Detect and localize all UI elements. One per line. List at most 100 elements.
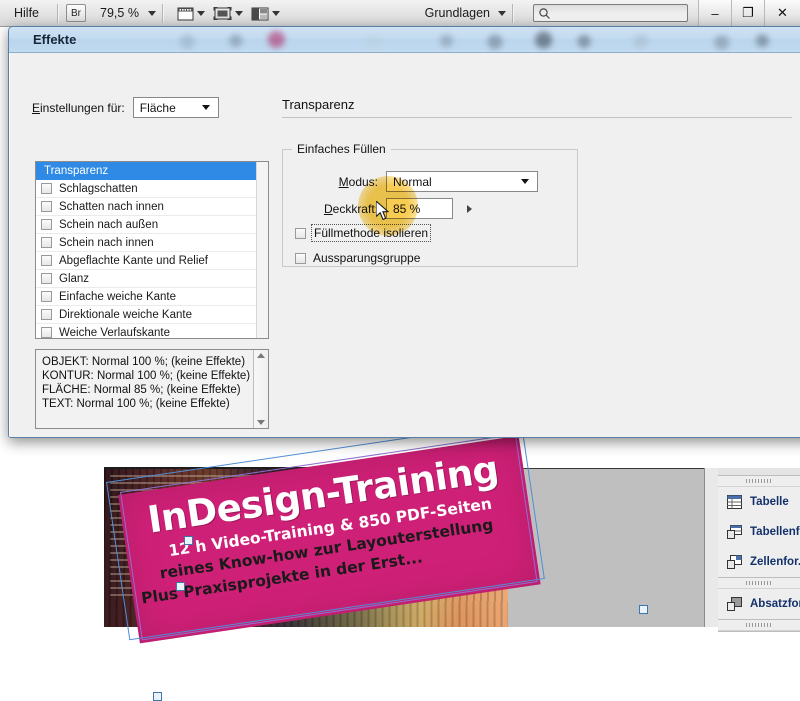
modus-row: Modus: Normal <box>308 171 538 192</box>
checkbox[interactable] <box>295 252 306 264</box>
list-item-weiche-verlaufskante[interactable]: Weiche Verlaufskante <box>36 324 268 339</box>
dialog-title-bar[interactable]: Effekte <box>9 27 800 53</box>
list-item-label: Transparenz <box>44 165 109 177</box>
modus-dropdown[interactable]: Normal <box>386 171 538 192</box>
dock-item-tabellenformate[interactable]: Tabellenfo... <box>718 517 800 547</box>
table-styles-icon <box>727 525 742 539</box>
minimize-button[interactable]: – <box>698 0 731 27</box>
checkbox[interactable] <box>41 291 52 302</box>
scroll-down-icon[interactable] <box>257 420 265 425</box>
list-item-label: Schein nach außen <box>59 218 159 231</box>
menu-hilfe[interactable]: Hilfe <box>0 6 51 20</box>
list-item-transparenz[interactable]: Transparenz <box>36 162 268 180</box>
zoom-level-value: 79,5 % <box>100 6 139 20</box>
list-item-label: Schlagschatten <box>59 182 138 195</box>
settings-for-dropdown[interactable]: Fläche <box>132 97 219 118</box>
list-item-label: Glanz <box>59 272 90 285</box>
application-toolbar: Hilfe Br 79,5 % Grundlagen – ❐ ✕ <box>0 0 800 27</box>
search-input[interactable] <box>533 4 688 22</box>
dock-item-label: Zellenfor... <box>750 556 800 568</box>
settings-for-value: Fläche <box>139 100 176 115</box>
close-button[interactable]: ✕ <box>764 0 800 27</box>
toolbar-separator <box>161 3 163 23</box>
search-icon <box>539 7 550 19</box>
fuellmethode-isolieren-label: Füllmethode isolieren <box>310 224 432 242</box>
screen-mode-button[interactable] <box>177 6 205 21</box>
chevron-down-icon <box>271 10 280 16</box>
dock-grip[interactable] <box>718 578 800 589</box>
dock-group-extra <box>718 620 800 632</box>
panel-dock: Tabelle Tabellenfo... <box>704 468 800 632</box>
selection-handle[interactable] <box>184 536 193 545</box>
list-item-label: Einfache weiche Kante <box>59 290 176 303</box>
list-item-einfache-weiche-kante[interactable]: Einfache weiche Kante <box>36 288 268 306</box>
checkbox[interactable] <box>41 327 52 338</box>
effects-summary-box[interactable]: OBJEKT: Normal 100 %; (keine Effekte) KO… <box>35 349 269 429</box>
zoom-level-control[interactable]: 79,5 % <box>100 6 156 20</box>
effects-list[interactable]: Transparenz Schlagschatten Schatten nach… <box>35 161 269 339</box>
summary-line-kontur: KONTUR: Normal 100 %; (keine Effekte) <box>42 370 251 382</box>
checkbox[interactable] <box>41 273 52 284</box>
list-item-schlagschatten[interactable]: Schlagschatten <box>36 180 268 198</box>
dock-grip[interactable] <box>718 620 800 631</box>
fuellmethode-isolieren-row[interactable]: Füllmethode isolieren <box>295 224 432 242</box>
chevron-down-icon <box>498 10 506 16</box>
dock-group-tables: Tabelle Tabellenfo... <box>718 476 800 578</box>
summary-line-objekt: OBJEKT: Normal 100 %; (keine Effekte) <box>42 356 246 368</box>
dock-item-label: Tabellenfo... <box>750 526 800 538</box>
summary-line-flaeche: FLÄCHE: Normal 85 %; (keine Effekte) <box>42 384 241 396</box>
view-mode-button[interactable] <box>213 6 243 21</box>
list-item-label: Schatten nach innen <box>59 200 164 213</box>
dock-grip[interactable] <box>718 476 800 487</box>
dock-group-paragraph: Absatzfor... <box>718 578 800 620</box>
selection-handle[interactable] <box>176 582 185 591</box>
checkbox[interactable] <box>41 255 52 266</box>
summary-line-text: TEXT: Normal 100 %; (keine Effekte) <box>42 398 230 410</box>
list-item-glanz[interactable]: Glanz <box>36 270 268 288</box>
dock-item-absatzformate[interactable]: Absatzfor... <box>718 589 800 619</box>
list-item-direktionale-weiche-kante[interactable]: Direktionale weiche Kante <box>36 306 268 324</box>
list-item-schatten-nach-innen[interactable]: Schatten nach innen <box>36 198 268 216</box>
aero-glass-background <box>9 27 800 52</box>
modus-label: Modus: <box>338 174 378 189</box>
opacity-slider-arrow-icon[interactable] <box>467 204 472 213</box>
dock-top-nub <box>718 468 800 476</box>
list-item-label: Abgeflachte Kante und Relief <box>59 254 208 267</box>
effekte-dialog: Effekte Einstellungen für: Fläche Transp… <box>8 26 800 438</box>
checkbox[interactable] <box>41 309 52 320</box>
checkbox[interactable] <box>41 237 52 248</box>
maximize-button[interactable]: ❐ <box>731 0 764 27</box>
checkbox[interactable] <box>295 227 306 239</box>
bridge-button[interactable]: Br <box>66 4 87 22</box>
checkbox[interactable] <box>41 183 52 194</box>
summary-scrollbar[interactable] <box>253 350 268 428</box>
effects-summary-text: OBJEKT: Normal 100 %; (keine Effekte) KO… <box>36 350 268 416</box>
checkbox[interactable] <box>41 201 52 212</box>
selection-handle[interactable] <box>153 692 162 701</box>
pane-title: Transparenz <box>282 97 355 112</box>
dock-item-tabelle[interactable]: Tabelle <box>718 487 800 517</box>
paragraph-styles-icon <box>727 597 742 611</box>
workspace-label: Grundlagen <box>424 6 490 20</box>
scroll-up-icon[interactable] <box>257 353 265 358</box>
list-item-schein-nach-aussen[interactable]: Schein nach außen <box>36 216 268 234</box>
checkbox[interactable] <box>41 219 52 230</box>
view-mode-icon <box>213 6 232 20</box>
aussparungsgruppe-row[interactable]: Aussparungsgruppe <box>295 251 420 265</box>
chevron-down-icon <box>147 10 156 16</box>
list-item-label: Weiche Verlaufskante <box>59 326 171 339</box>
table-icon <box>727 495 742 509</box>
chevron-down-icon <box>234 10 243 16</box>
modus-value: Normal <box>393 174 432 189</box>
settings-for-row: Einstellungen für: Fläche <box>32 97 219 118</box>
deckkraft-input[interactable]: 85 % <box>386 198 453 219</box>
workspace-switcher[interactable]: Grundlagen <box>425 6 506 20</box>
dock-item-zellenformate[interactable]: Zellenfor... <box>718 547 800 577</box>
effects-list-scrollbar[interactable] <box>256 162 268 338</box>
dock-item-label: Tabelle <box>750 496 789 508</box>
arrange-documents-button[interactable] <box>251 6 280 21</box>
selection-handle[interactable] <box>639 605 648 614</box>
list-item-schein-nach-innen[interactable]: Schein nach innen <box>36 234 268 252</box>
arrange-documents-icon <box>251 7 269 20</box>
list-item-abgeflachte-kante-und-relief[interactable]: Abgeflachte Kante und Relief <box>36 252 268 270</box>
